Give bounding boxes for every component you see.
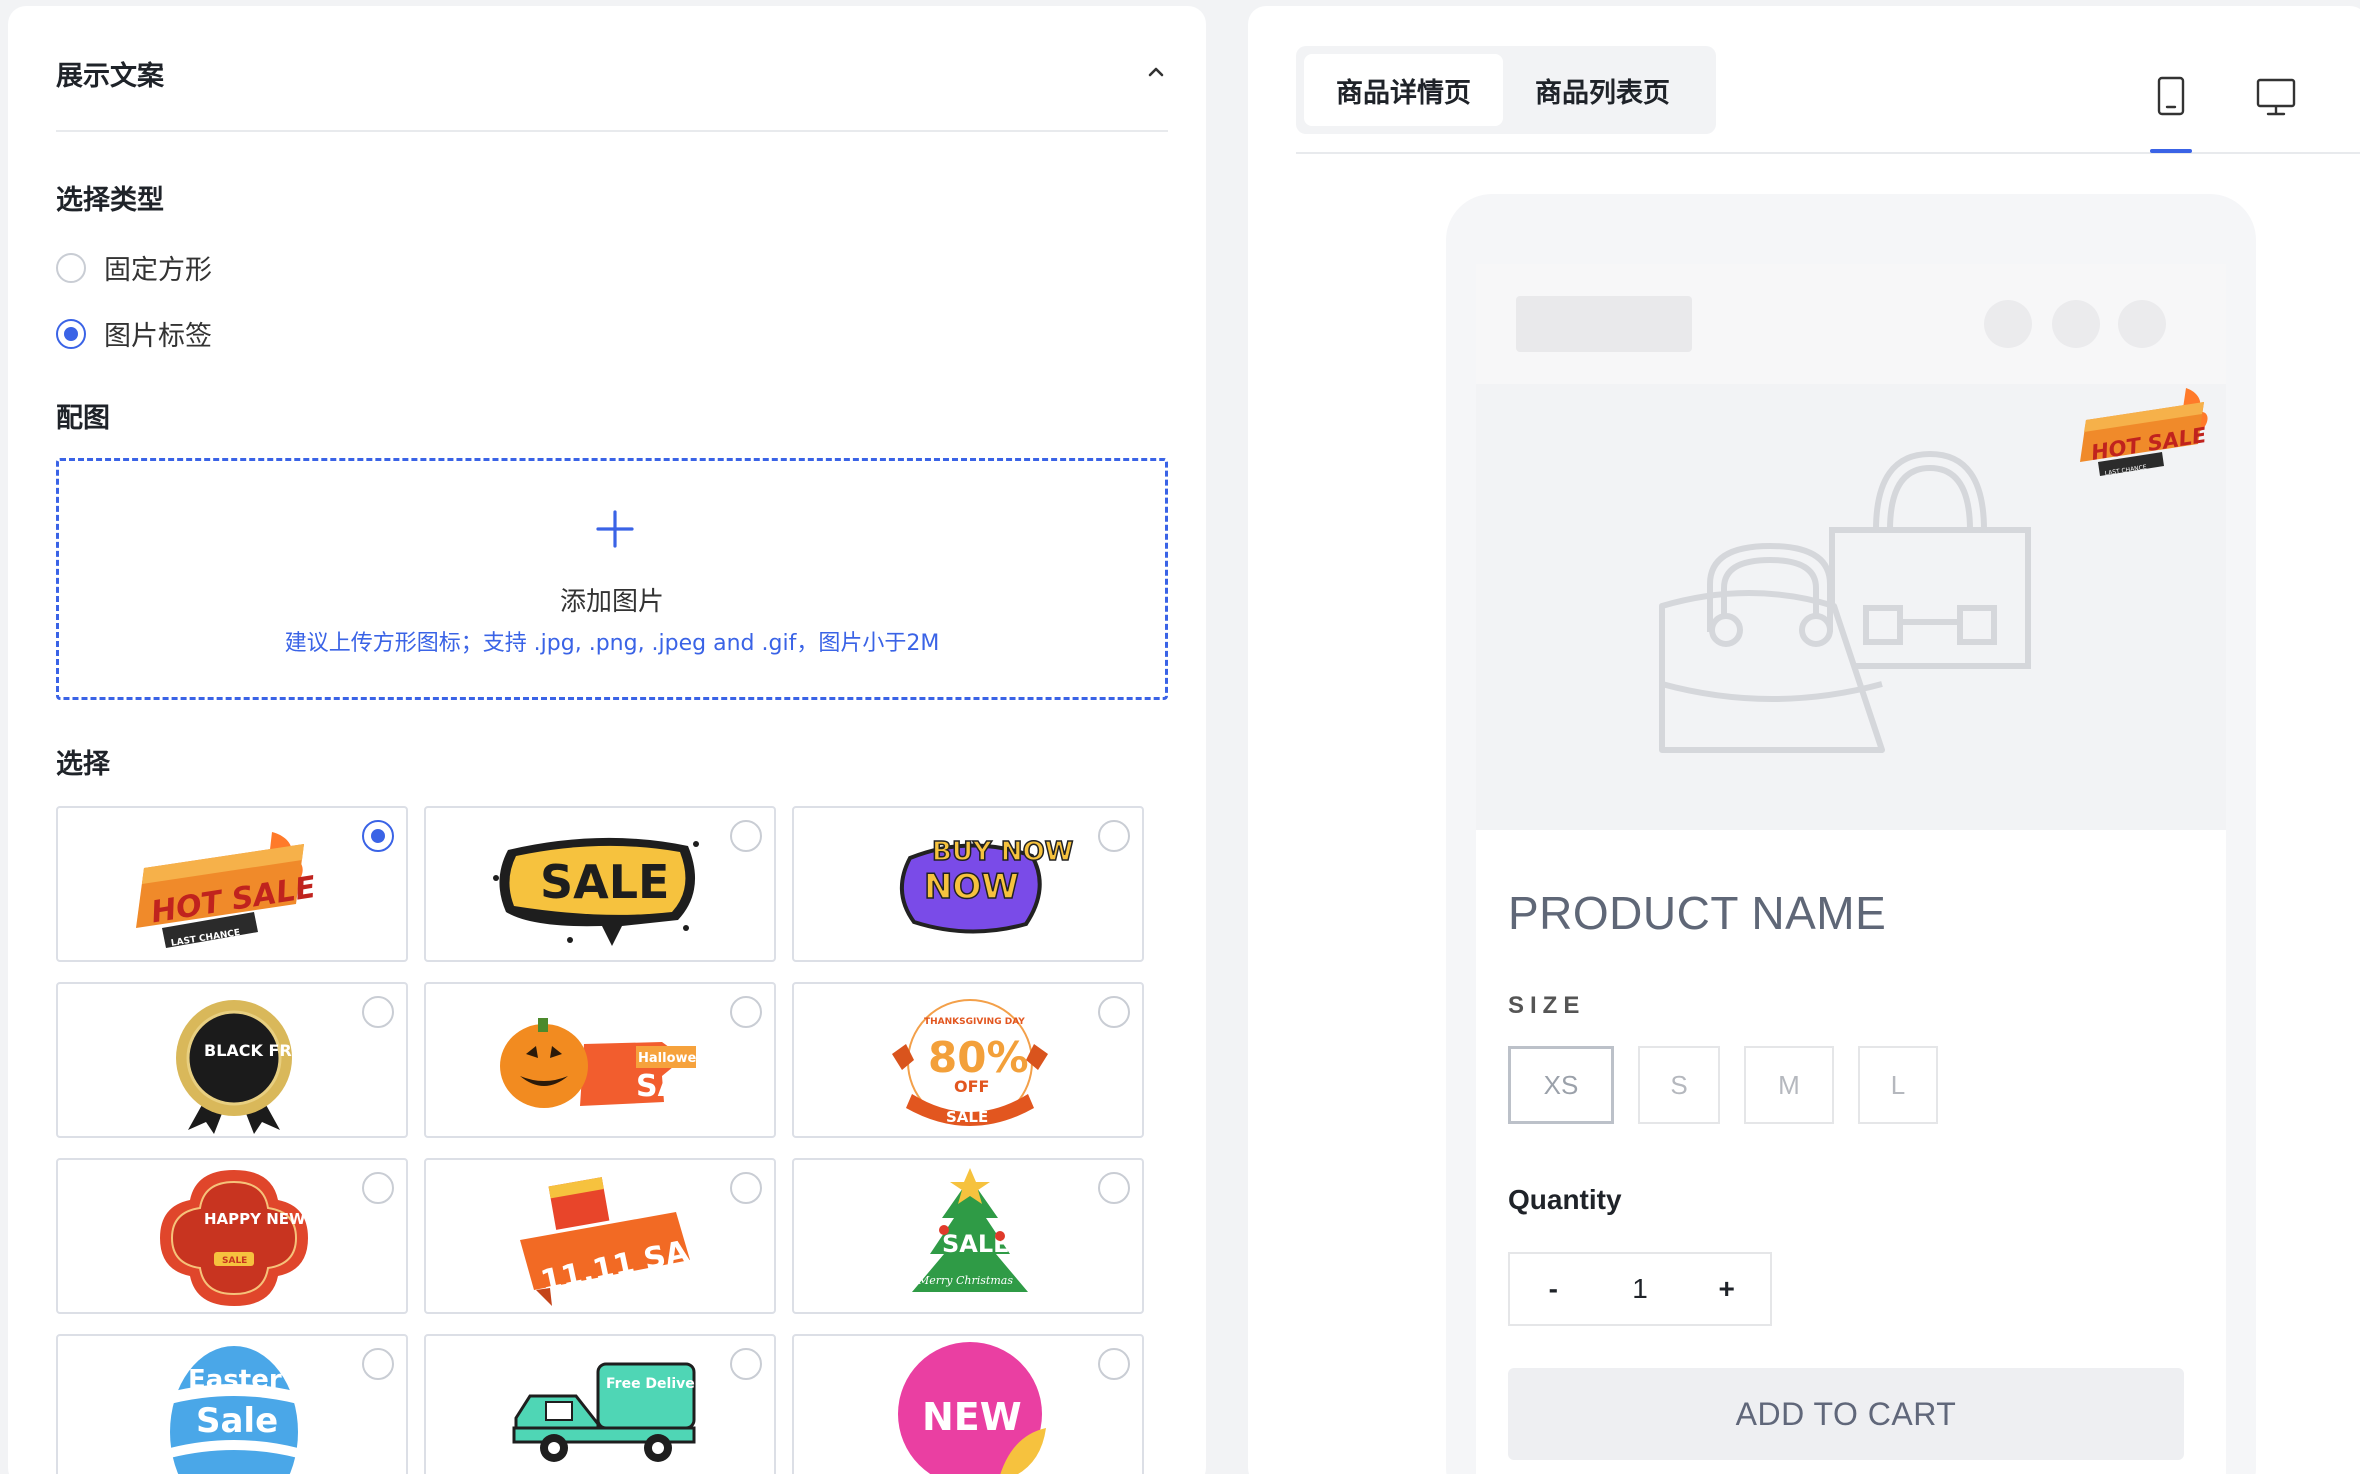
hot-sale-badge: HOT SALE LAST CHANCE (136, 832, 319, 949)
badge-text: Free Delivery (606, 1376, 711, 1392)
badge-tile-christmas-sale[interactable]: SALE Merry Christmas (792, 1158, 1144, 1314)
radio-image-label[interactable] (56, 318, 86, 349)
upload-title: 添加图片 (559, 587, 664, 617)
free-delivery-badge: Free Delivery (512, 1362, 711, 1462)
halloween-sale-badge: Halloween SALE (500, 1018, 720, 1108)
radio-fixed-square[interactable] (56, 252, 86, 283)
badge-radio[interactable] (1098, 820, 1130, 852)
display-copy-panel: 展示文案 选择类型 固定方形 图片标签 配图 添加图片 建议上传方形图标；支持 … (8, 6, 1206, 1474)
badge-subtext: OFF (954, 1077, 989, 1096)
type-option-fixed-square[interactable]: 固定方形 (56, 248, 212, 287)
page-tabs: 商品详情页 商品列表页 (1296, 46, 1716, 134)
buy-now-badge: BUY NOW NOW (899, 836, 1074, 934)
badge-radio[interactable] (362, 1348, 394, 1380)
badge-tile-free-delivery[interactable]: Free Delivery (424, 1334, 776, 1474)
desktop-icon[interactable] (2252, 72, 2300, 120)
badge-subtext: Merry Christmas (917, 1274, 1013, 1287)
type-label: 选择类型 (56, 185, 164, 216)
badge-text: BUY NOW (932, 837, 1073, 867)
badge-extra-text: SALE (946, 1108, 988, 1126)
badge-tile-double-eleven[interactable]: 11.11 SALE (424, 1158, 776, 1314)
size-option-s[interactable]: S (1638, 1046, 1720, 1124)
quantity-decrement-button[interactable]: - (1510, 1254, 1597, 1324)
badge-text: NEW (922, 1395, 1022, 1439)
badge-text: SALE (636, 1069, 720, 1104)
preview-panel: 商品详情页 商品列表页 HOT SALE LAST CHANCE PRODUCT… (1248, 6, 2360, 1474)
badge-arc-text: THANKSGIVING DAY (924, 1017, 1025, 1027)
image-label: 配图 (56, 403, 110, 434)
badge-tile-new[interactable]: NEW (792, 1334, 1144, 1474)
badge-radio[interactable] (362, 1172, 394, 1204)
black-friday-badge: BLACK FRIDAY (176, 1000, 334, 1134)
badge-radio[interactable] (1098, 996, 1130, 1028)
badge-radio[interactable] (362, 996, 394, 1028)
add-to-cart-button[interactable]: ADD TO CART (1508, 1368, 2184, 1460)
badge-radio[interactable] (1098, 1348, 1130, 1380)
badge-tile-easter-sale[interactable]: Easter Sale (56, 1334, 408, 1474)
badge-radio[interactable] (362, 820, 394, 852)
plus-icon (596, 510, 634, 548)
svg-text:NOW: NOW (924, 867, 1019, 907)
size-label: SIZE (1508, 992, 1586, 1019)
size-option-m[interactable]: M (1744, 1046, 1834, 1124)
badge-text: 80% (928, 1033, 1029, 1082)
christmas-sale-badge: SALE Merry Christmas (912, 1168, 1028, 1292)
badge-text: HAPPY NEW YEAR (204, 1210, 356, 1228)
hot-sale-preview-badge: HOT SALE LAST CHANCE (2080, 388, 2209, 477)
tab-product-list[interactable]: 商品列表页 (1503, 54, 1702, 126)
product-name: PRODUCT NAME (1508, 887, 1887, 939)
header-icon-placeholder (1984, 300, 2032, 348)
mobile-icon[interactable] (2147, 72, 2195, 120)
tab-divider (1296, 152, 2360, 154)
happy-new-year-badge: HAPPY NEW YEAR SALE (160, 1170, 356, 1306)
chevron-up-icon[interactable] (1144, 60, 1168, 84)
badge-subtext: SALE (222, 1256, 247, 1266)
size-option-xs[interactable]: XS (1508, 1046, 1614, 1124)
sale-bubble-badge: SALE (493, 837, 699, 946)
badge-radio[interactable] (730, 1348, 762, 1380)
easter-sale-badge: Easter Sale (170, 1346, 298, 1474)
type-option-image-label[interactable]: 图片标签 (56, 314, 212, 353)
badge-tile-happy-new-year[interactable]: HAPPY NEW YEAR SALE (56, 1158, 408, 1314)
badge-radio[interactable] (730, 820, 762, 852)
section-header[interactable]: 展示文案 (56, 6, 1168, 132)
header-icon-placeholder (2052, 300, 2100, 348)
badge-tile-thanksgiving[interactable]: THANKSGIVING DAY 80% OFF SALE (792, 982, 1144, 1138)
badge-tile-black-friday[interactable]: BLACK FRIDAY (56, 982, 408, 1138)
section-title: 展示文案 (56, 61, 164, 92)
badge-tile-sale-bubble[interactable]: SALE (424, 806, 776, 962)
new-sticker-badge: NEW (898, 1342, 1046, 1474)
header-icon-placeholder (2118, 300, 2166, 348)
store-logo-placeholder (1516, 296, 1692, 352)
store-header (1476, 264, 2226, 384)
image-upload-area[interactable]: 添加图片 建议上传方形图标；支持 .jpg, .png, .jpeg and .… (56, 458, 1168, 700)
quantity-value[interactable]: 1 (1597, 1254, 1684, 1324)
type-option-label: 固定方形 (104, 255, 212, 286)
badge-tile-hot-sale[interactable]: HOT SALE LAST CHANCE (56, 806, 408, 962)
quantity-increment-button[interactable]: + (1683, 1254, 1770, 1324)
double-eleven-sale-badge: 11.11 SALE (520, 1177, 731, 1306)
quantity-stepper: - 1 + (1508, 1252, 1772, 1326)
phone-preview: HOT SALE LAST CHANCE PRODUCT NAME SIZE X… (1446, 194, 2256, 1474)
badge-radio[interactable] (1098, 1172, 1130, 1204)
badge-text: BLACK FRIDAY (204, 1041, 334, 1060)
active-device-indicator (2150, 149, 2192, 153)
badge-text: SALE (540, 855, 669, 909)
badge-subtext: Sale (196, 1401, 278, 1441)
badge-tile-buy-now[interactable]: BUY NOW NOW (792, 806, 1144, 962)
product-image: HOT SALE LAST CHANCE (1476, 384, 2226, 830)
thanksgiving-80-off-badge: THANKSGIVING DAY 80% OFF SALE (892, 999, 1048, 1126)
upload-hint: 建议上传方形图标；支持 .jpg, .png, .jpeg and .gif，图… (284, 631, 940, 656)
badge-text: Easter (188, 1365, 282, 1395)
phone-screen: HOT SALE LAST CHANCE PRODUCT NAME SIZE X… (1476, 264, 2226, 1474)
badge-subtext: Halloween (638, 1051, 714, 1066)
select-label: 选择 (56, 749, 110, 780)
tab-product-detail[interactable]: 商品详情页 (1304, 54, 1503, 126)
size-option-l[interactable]: L (1858, 1046, 1938, 1124)
badge-radio[interactable] (730, 1172, 762, 1204)
quantity-label: Quantity (1508, 1184, 1622, 1215)
badge-radio[interactable] (730, 996, 762, 1028)
type-option-label: 图片标签 (104, 321, 212, 352)
badge-tile-halloween-sale[interactable]: Halloween SALE (424, 982, 776, 1138)
